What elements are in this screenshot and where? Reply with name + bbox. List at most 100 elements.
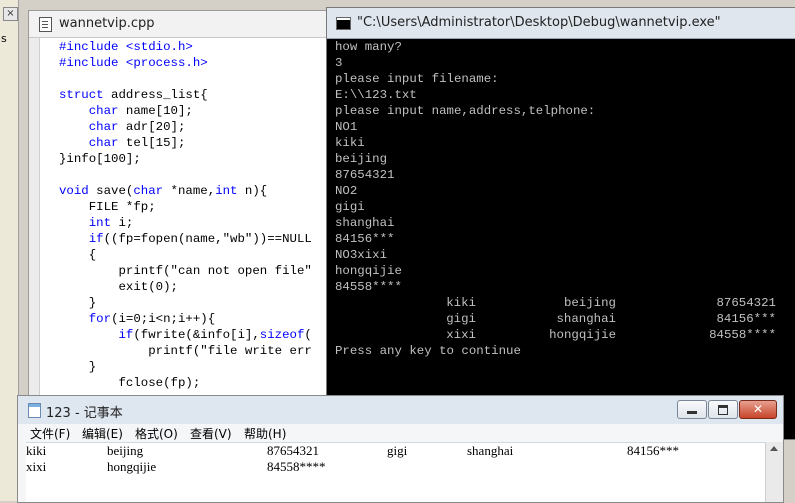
menu-edit[interactable]: 编辑(E) [82, 425, 123, 442]
console-footer: Press any key to continue [335, 344, 521, 358]
notepad-window: 123 - 记事本 文件(F) 编辑(E) 格式(O) 查看(V) 帮助(H) … [17, 395, 784, 503]
code-line: int i; [59, 215, 329, 231]
console-line: E:\\123.txt [335, 88, 417, 102]
code-line: char adr[20]; [59, 119, 329, 135]
code-keyword: sizeof [259, 328, 305, 342]
notepad-menu-bar: 文件(F) 编辑(E) 格式(O) 查看(V) 帮助(H) [18, 424, 783, 442]
vertical-scrollbar[interactable] [765, 442, 783, 502]
text-cell: 87654321 [267, 443, 319, 458]
text-cell: hongqijie [107, 459, 157, 474]
console-table-row: gigi shanghai 84156*** [335, 311, 795, 327]
code-line: exit(0); [59, 279, 329, 295]
console-line: 84156*** [335, 232, 395, 246]
code-line: if((fp=fopen(name,"wb"))==NULL [59, 231, 329, 247]
code-line: #include <stdio.h> [59, 39, 329, 55]
code-editor-window: wannetvip.cpp #include <stdio.h> #include… [28, 10, 330, 404]
code-line: FILE *fp; [59, 199, 329, 215]
console-line: gigi [335, 200, 365, 214]
close-button[interactable] [739, 400, 777, 419]
code-line: printf("file write err [59, 343, 329, 359]
text-cell: gigi [387, 443, 408, 458]
code-line: if(fwrite(&info[i],sizeof( [59, 327, 329, 343]
text-line: kiki beijing 87654321 gigi shanghai 8415… [26, 443, 771, 459]
code-keyword: int [88, 216, 112, 230]
code-line: printf("can not open file" [59, 263, 329, 279]
scroll-up-arrow-icon[interactable] [770, 446, 778, 451]
editor-gutter [29, 38, 40, 403]
console-table-row: xixi hongqijie 84558**** [335, 327, 795, 343]
code-line: } [59, 359, 329, 375]
text-cell: xixi [26, 459, 47, 474]
console-table-cell: beijing [563, 296, 616, 310]
editor-title: wannetvip.cpp [59, 16, 155, 31]
code-text: adr[20]; [118, 120, 186, 134]
console-line: kiki [335, 136, 365, 150]
code-text: i; [111, 216, 134, 230]
console-table-cell: 87654321 [716, 296, 777, 310]
code-line: }info[100]; [59, 151, 329, 167]
menu-help[interactable]: 帮助(H) [244, 425, 286, 442]
code-text: printf("file write err [59, 344, 312, 358]
code-line: #include <process.h> [59, 55, 329, 71]
menu-file[interactable]: 文件(F) [30, 425, 70, 442]
console-line: please input name,address,telphone: [335, 104, 596, 118]
text-cell: beijing [107, 443, 144, 458]
code-keyword: #include <stdio.h> [59, 40, 193, 54]
close-icon[interactable]: × [3, 7, 18, 21]
console-line: hongqijie [335, 264, 402, 278]
menu-view[interactable]: 查看(V) [190, 425, 232, 442]
code-text: fclose(fp); [59, 376, 201, 390]
code-keyword: struct [59, 88, 104, 102]
code-keyword: #include <process.h> [59, 56, 208, 70]
code-text: name[10]; [118, 104, 193, 118]
text-cell: kiki [26, 443, 47, 458]
maximize-button[interactable] [708, 400, 738, 419]
console-title-bar[interactable]: "C:\Users\Administrator\Desktop\Debug\wa… [327, 8, 795, 39]
console-table-cell: kiki [446, 296, 476, 310]
code-keyword: if [88, 232, 104, 246]
console-table-cell: xixi [446, 328, 476, 342]
minimize-button[interactable] [677, 400, 707, 419]
code-text: ((fp=fopen(name,"wb"))==NULL [103, 232, 312, 246]
code-text: (fwrite(&info[i], [133, 328, 260, 342]
console-table-cell: hongqijie [549, 328, 616, 342]
document-icon [39, 17, 52, 32]
text-line: xixi hongqijie 84558**** [26, 459, 771, 475]
code-line: char tel[15]; [59, 135, 329, 151]
console-line: NO3xixi [335, 248, 388, 262]
console-table-cell: 84558**** [709, 328, 776, 342]
console-table-cell: shanghai [556, 312, 617, 326]
code-keyword: char [88, 120, 119, 134]
menu-format[interactable]: 格式(O) [135, 425, 178, 442]
code-text: *name, [163, 184, 216, 198]
code-text: FILE *fp; [59, 200, 156, 214]
code-line: { [59, 247, 329, 263]
editor-title-bar[interactable]: wannetvip.cpp [29, 11, 329, 38]
code-text: { [59, 248, 97, 262]
code-keyword: char [88, 104, 119, 118]
code-text: printf("can not open file" [59, 264, 312, 278]
code-area[interactable]: #include <stdio.h> #include <process.h> st… [59, 39, 329, 403]
console-line: 84558**** [335, 280, 402, 294]
console-output[interactable]: how many? 3 please input filename: E:\\123.… [335, 39, 795, 439]
code-keyword: for [88, 312, 112, 326]
code-text: tel[15]; [118, 136, 186, 150]
text-cell: 84156*** [627, 443, 679, 458]
code-text: (i=0;i<n;i++){ [111, 312, 216, 326]
console-line: NO1 [335, 120, 358, 134]
notepad-text-area[interactable]: kiki beijing 87654321 gigi shanghai 8415… [26, 442, 771, 502]
console-table-cell: 84156*** [716, 312, 777, 326]
code-line: void save(char *name,int n){ [59, 183, 329, 199]
console-line: shanghai [335, 216, 395, 230]
code-text: } [59, 360, 97, 374]
text-cell: 84558**** [267, 459, 326, 474]
notepad-title-bar[interactable]: 123 - 记事本 [18, 396, 783, 424]
console-line: please input filename: [335, 72, 499, 86]
code-line: for(i=0;i<n;i++){ [59, 311, 329, 327]
